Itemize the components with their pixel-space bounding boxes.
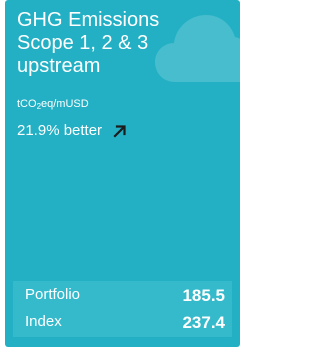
metric-label-portfolio: Portfolio: [25, 286, 81, 303]
card-title-line-3: upstream: [17, 55, 101, 77]
ghg-emissions-card[interactable]: GHG Emissions Scope 1, 2 & 3 upstream tC…: [5, 0, 240, 347]
performance-delta: 21.9% better: [17, 122, 127, 140]
unit-suffix: eq/mUSD: [41, 98, 89, 110]
unit-label: tCO2eq/mUSD: [17, 97, 89, 111]
card-title-line-1: GHG Emissions: [17, 9, 160, 31]
metric-label-index: Index: [25, 313, 62, 330]
metric-row-portfolio: Portfolio 185.5: [13, 281, 232, 309]
metric-row-index: Index 237.4: [13, 309, 232, 337]
card-title: GHG Emissions Scope 1, 2 & 3 upstream: [17, 9, 187, 78]
arrow-up-right-icon: [113, 125, 126, 138]
metric-value-index: 237.4: [182, 313, 225, 332]
card-title-line-2: Scope 1, 2 & 3: [17, 32, 149, 54]
unit-prefix: tCO: [17, 98, 37, 110]
metric-value-portfolio: 185.5: [182, 286, 225, 305]
delta-text: 21.9% better: [17, 122, 103, 139]
metrics-panel: Portfolio 185.5 Index 237.4: [13, 281, 232, 337]
